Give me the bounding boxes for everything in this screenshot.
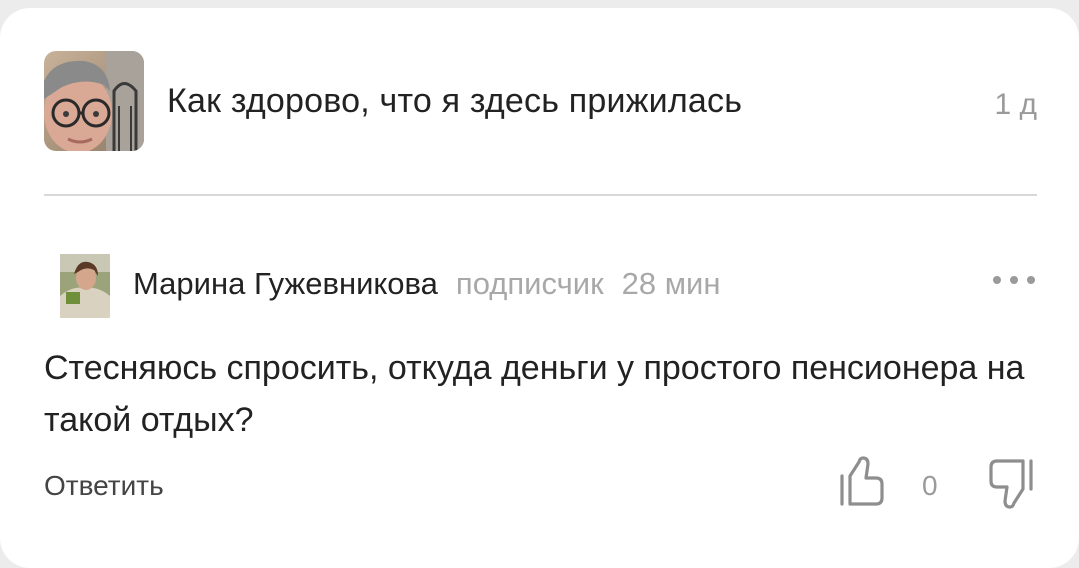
more-dots-icon[interactable] — [993, 270, 1035, 290]
dot — [1027, 276, 1035, 284]
comment-divider — [44, 194, 1037, 196]
top-comment-time: 1 д — [994, 88, 1037, 121]
comment-meta: Марина Гужевникова подписчик 28 мин — [133, 266, 720, 302]
top-comment-avatar[interactable] — [44, 51, 144, 151]
comment-author-role: подписчик — [455, 266, 604, 301]
reply-button[interactable]: Ответить — [44, 470, 164, 502]
thumbs-up-icon[interactable] — [838, 454, 886, 508]
comment-author-name[interactable]: Марина Гужевникова — [133, 266, 438, 301]
top-comment-text: Как здорово, что я здесь прижилась — [167, 82, 743, 120]
rating-count: 0 — [922, 470, 938, 501]
comment-author-avatar[interactable] — [52, 248, 114, 318]
thumbs-down-icon[interactable] — [985, 455, 1035, 511]
dot — [1010, 276, 1018, 284]
user-photo-avatar-icon — [44, 51, 144, 151]
comment-time: 28 мин — [621, 266, 721, 301]
dot — [993, 276, 1001, 284]
comments-card: Как здорово, что я здесь прижилась 1 д М… — [0, 8, 1079, 568]
user-photo-avatar-icon — [52, 248, 114, 318]
comment-text: Стесняюсь спросить, откуда деньги у прос… — [44, 349, 1025, 439]
